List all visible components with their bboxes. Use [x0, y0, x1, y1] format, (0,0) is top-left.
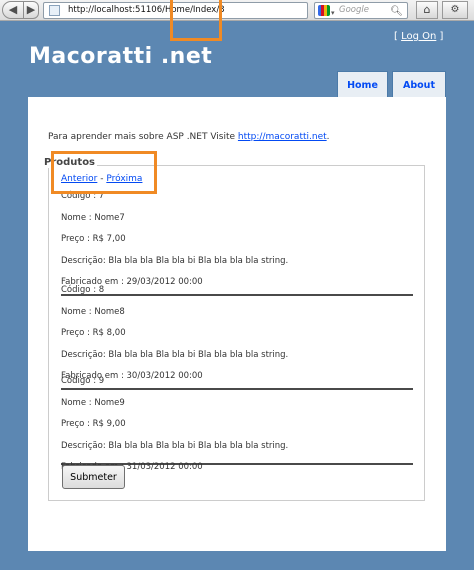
next-page-link[interactable]: Próxima	[106, 174, 142, 184]
search-input[interactable]: ▾ Google 🔍︎	[314, 2, 408, 19]
product-item: Código : 9 Nome : Nome9 Preço : R$ 9,00 …	[61, 374, 413, 472]
pager-separator: -	[97, 174, 107, 184]
pager: Anterior - Próxima	[61, 174, 142, 184]
browser-toolbar: ◀ ▶ http://localhost:51106/Home/Index/3 …	[0, 0, 474, 21]
product-description: Descrição: Bla bla bla Bla bla bi Bla bl…	[61, 440, 289, 451]
product-code: Código : 9	[61, 376, 105, 386]
google-icon[interactable]	[318, 5, 330, 16]
product-name: Nome : Nome7	[61, 212, 125, 223]
home-icon[interactable]: ⌂	[416, 1, 438, 19]
product-price: Preço : R$ 8,00	[61, 328, 126, 338]
menu-icon[interactable]: ⚙	[442, 1, 468, 19]
macoratti-link[interactable]: http://macoratti.net	[238, 132, 327, 142]
intro-text: Para aprender mais sobre ASP .NET Visite…	[48, 132, 330, 142]
forward-button[interactable]: ▶	[23, 1, 39, 19]
product-name: Nome : Nome8	[61, 306, 125, 317]
product-code: Código : 7	[61, 191, 105, 201]
menu-tab-about[interactable]: About	[392, 71, 446, 98]
login-area: [ Log On ]	[394, 31, 443, 42]
product-price: Preço : R$ 7,00	[61, 234, 126, 244]
previous-page-link[interactable]: Anterior	[61, 174, 97, 184]
page-icon	[49, 5, 60, 16]
login-bracket-close: ]	[436, 31, 444, 42]
product-name: Nome : Nome9	[61, 397, 125, 408]
products-legend: Produtos	[42, 157, 98, 168]
search-engine-dropdown-icon[interactable]: ▾	[331, 6, 335, 21]
product-description: Descrição: Bla bla bla Bla bla bi Bla bl…	[61, 349, 289, 360]
submit-button[interactable]: Submeter	[62, 465, 125, 489]
search-icon[interactable]: 🔍︎	[390, 4, 403, 19]
product-item: Código : 7 Nome : Nome7 Preço : R$ 7,00 …	[61, 189, 413, 296]
log-on-link[interactable]: Log On	[401, 31, 436, 42]
main-content: Para aprender mais sobre ASP .NET Visite…	[28, 97, 446, 551]
intro-end: .	[326, 132, 330, 142]
product-description: Descrição: Bla bla bla Bla bla bi Bla bl…	[61, 255, 289, 266]
search-placeholder: Google	[339, 5, 369, 15]
product-price: Preço : R$ 9,00	[61, 419, 126, 429]
back-button[interactable]: ◀	[2, 1, 24, 19]
address-url: http://localhost:51106/Home/Index/3	[68, 5, 225, 15]
product-code: Código : 8	[61, 285, 105, 295]
menu-tab-home[interactable]: Home	[337, 71, 388, 98]
intro-label: Para aprender mais sobre ASP .NET Visite	[48, 132, 238, 142]
site-title: Macoratti .net	[29, 44, 213, 69]
address-bar[interactable]: http://localhost:51106/Home/Index/3 ▼ ↻ …	[43, 2, 308, 19]
